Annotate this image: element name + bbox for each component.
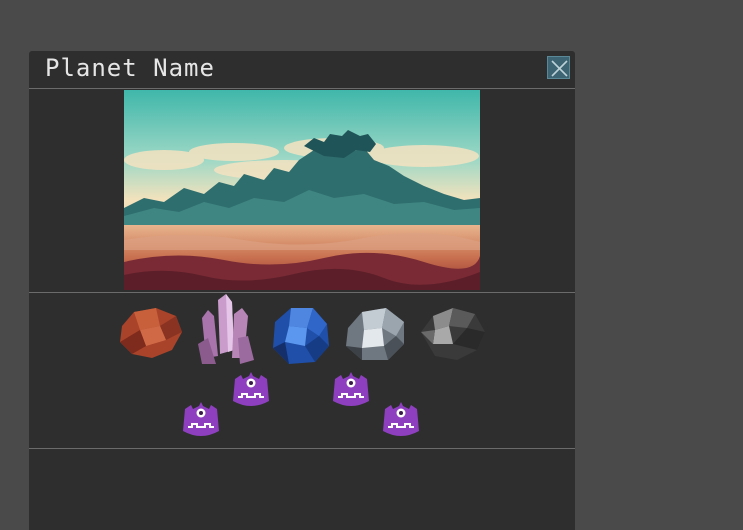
godot-creature-icon[interactable] — [179, 399, 223, 443]
godot-creature-icon[interactable] — [329, 369, 373, 413]
godot-creature-icon[interactable] — [379, 399, 423, 443]
planet-landscape-image — [124, 90, 480, 290]
silver-ore-icon[interactable] — [342, 304, 408, 368]
sapphire-ore-icon[interactable] — [267, 302, 333, 372]
close-button[interactable] — [547, 56, 570, 79]
divider-top — [29, 88, 575, 89]
close-x-icon — [551, 60, 568, 77]
window-title: Planet Name — [45, 54, 215, 82]
divider-middle — [29, 292, 575, 293]
empty-details-area — [29, 449, 575, 530]
hematite-ore-icon[interactable] — [417, 304, 487, 368]
copper-ore-icon[interactable] — [116, 304, 186, 366]
amethyst-crystal-icon[interactable] — [194, 294, 256, 372]
godot-creature-icon[interactable] — [229, 369, 273, 413]
planet-window: Planet Name — [29, 51, 575, 530]
